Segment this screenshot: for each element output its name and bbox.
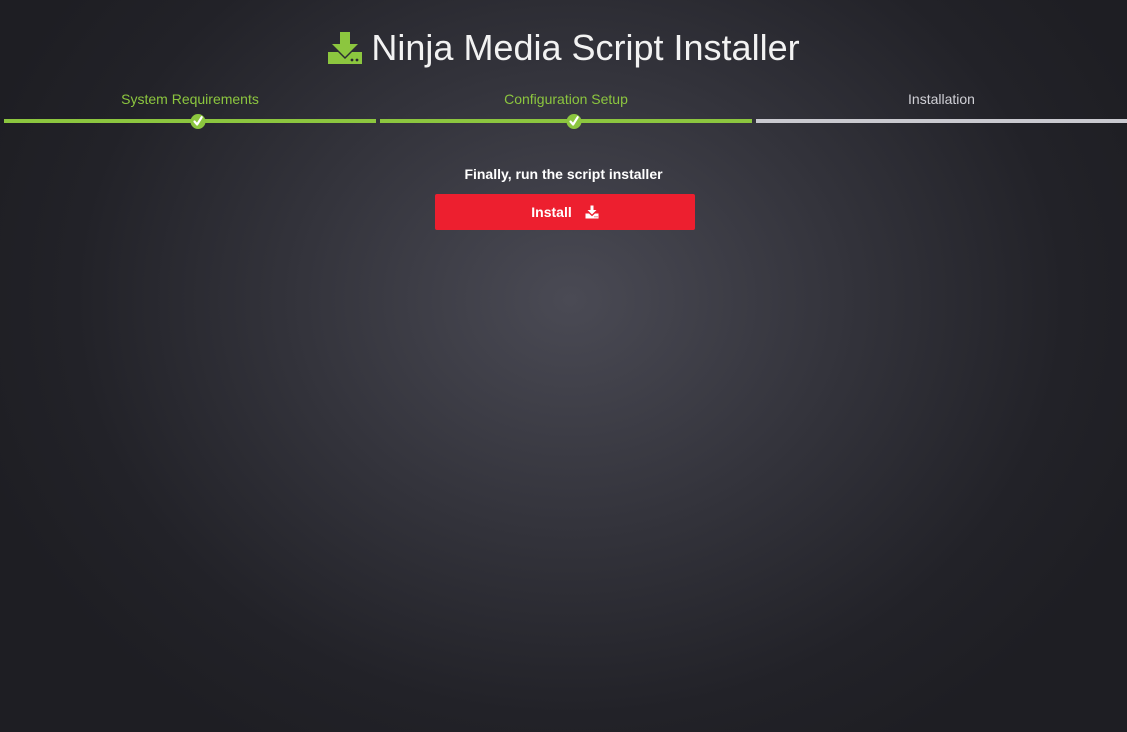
step-progress-bar <box>756 119 1127 123</box>
download-icon <box>585 205 599 219</box>
step-label: Installation <box>908 91 975 107</box>
step-installation: Installation <box>756 90 1127 130</box>
page-header: Ninja Media Script Installer <box>0 26 1127 70</box>
step-system-requirements: System Requirements <box>4 90 376 130</box>
step-label: System Requirements <box>121 91 259 107</box>
check-icon <box>190 114 206 129</box>
page-title: Ninja Media Script Installer <box>371 27 800 68</box>
step-configuration-setup: Configuration Setup <box>380 90 752 130</box>
progress-steps: System Requirements Configuration Setup … <box>4 90 1127 130</box>
install-button[interactable]: Install <box>435 194 695 230</box>
check-icon <box>566 114 582 129</box>
step-label: Configuration Setup <box>504 91 628 107</box>
instruction-text: Finally, run the script installer <box>464 166 663 182</box>
download-drive-icon <box>327 31 363 65</box>
install-button-label: Install <box>531 204 572 220</box>
